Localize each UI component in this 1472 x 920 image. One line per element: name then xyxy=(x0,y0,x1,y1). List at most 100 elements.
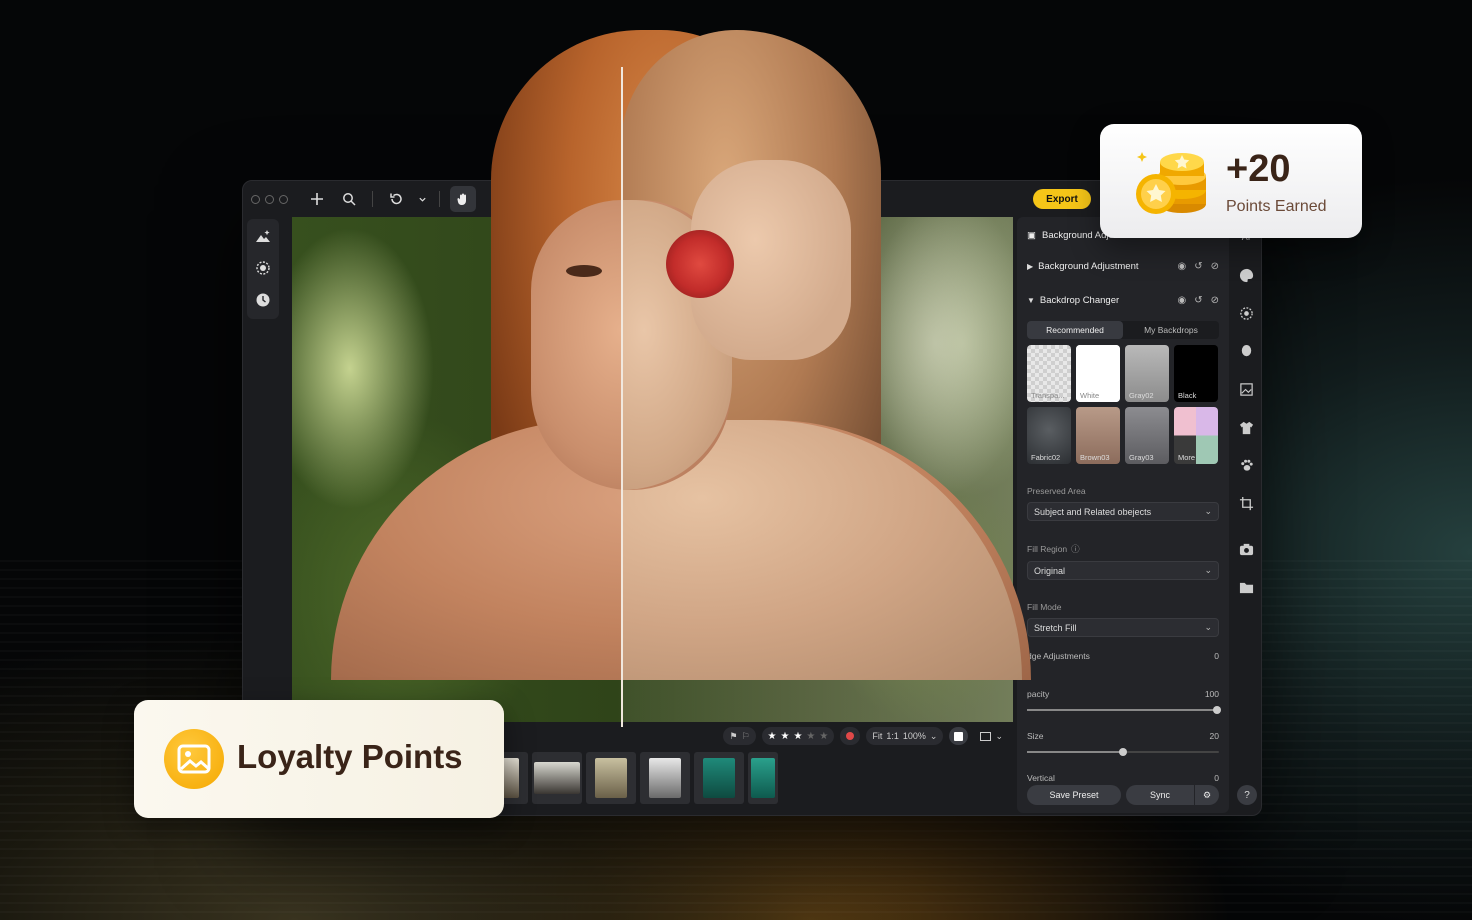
backdrop-swatch[interactable]: More xyxy=(1174,407,1218,464)
edited-background-half xyxy=(623,217,1013,722)
toolbar-divider xyxy=(439,191,440,207)
backdrop-swatch[interactable]: Black xyxy=(1174,345,1218,402)
backdrop-swatch[interactable]: White xyxy=(1076,345,1120,402)
pet-icon[interactable] xyxy=(1236,455,1256,475)
eye-icon[interactable]: ◉ xyxy=(1177,261,1186,272)
thumbnail[interactable] xyxy=(586,752,636,804)
star-icon[interactable]: ★ xyxy=(780,731,789,742)
label-text: Fill Region xyxy=(1027,544,1068,554)
info-icon[interactable]: ⓘ xyxy=(1071,543,1080,555)
flag-controls[interactable]: ⚑ ⚐ xyxy=(723,727,756,745)
reset-icon[interactable]: ↺ xyxy=(1194,295,1202,306)
select-value: Stretch Fill xyxy=(1034,622,1077,633)
minimize-window-button[interactable] xyxy=(265,194,274,204)
face-icon[interactable] xyxy=(1236,341,1256,361)
thumbnail[interactable] xyxy=(640,752,690,804)
fill-mode-label: Fill Mode xyxy=(1027,602,1062,612)
export-button[interactable]: Export xyxy=(1033,189,1091,209)
eye-icon[interactable]: ◉ xyxy=(1177,295,1186,306)
backdrop-swatch[interactable]: Brown03 xyxy=(1076,407,1120,464)
hand-tool-icon[interactable] xyxy=(450,186,476,212)
points-caption: Points Earned xyxy=(1226,198,1327,215)
fill-region-select[interactable]: Original ⌄ xyxy=(1027,561,1219,580)
left-tool-rail xyxy=(247,219,279,319)
sync-settings-button[interactable]: ⚙ xyxy=(1195,785,1219,805)
chevron-down-icon[interactable]: ⌄ xyxy=(930,731,938,742)
backdrop-swatch[interactable]: Fabric02 xyxy=(1027,407,1071,464)
backdrop-label: More xyxy=(1178,453,1196,462)
color-label[interactable] xyxy=(840,727,861,745)
history-icon[interactable] xyxy=(252,289,274,311)
add-icon[interactable] xyxy=(304,186,330,212)
opacity-slider[interactable] xyxy=(1027,706,1221,714)
preserved-area-select[interactable]: Subject and Related obejects ⌄ xyxy=(1027,502,1219,521)
undo-icon[interactable] xyxy=(383,186,409,212)
before-after-divider[interactable] xyxy=(621,67,623,727)
maximize-window-button[interactable] xyxy=(279,194,288,204)
flag-icon[interactable]: ⚑ xyxy=(729,731,737,742)
tab-my-backdrops[interactable]: My Backdrops xyxy=(1123,321,1219,339)
backdrop-changer-section[interactable]: ▼ Backdrop Changer ◉ ↺ ⊘ xyxy=(1027,289,1219,311)
brush-tool-icon[interactable] xyxy=(482,186,508,212)
ai-enhance-icon[interactable] xyxy=(252,225,274,247)
tab-recommended[interactable]: Recommended xyxy=(1027,321,1123,339)
star-icon[interactable]: ★ xyxy=(806,731,815,742)
image-icon: ▣ xyxy=(1027,229,1036,241)
section-title: Backdrop Changer xyxy=(1039,294,1120,306)
zoom-fit-button[interactable]: Fit xyxy=(872,731,882,741)
help-icon[interactable]: ? xyxy=(1237,785,1257,805)
background-icon[interactable] xyxy=(1236,379,1256,399)
edge-adjustments-value[interactable]: 0 xyxy=(1214,651,1219,661)
photo-canvas[interactable] xyxy=(292,217,1013,722)
thumbnail[interactable] xyxy=(532,752,582,804)
camera-icon[interactable] xyxy=(1236,539,1256,559)
reset-icon[interactable]: ↺ xyxy=(1194,261,1202,272)
edit-off-icon[interactable]: ⊘ xyxy=(1211,261,1219,272)
backdrop-label: Fabric02 xyxy=(1031,453,1061,462)
filmstrip-controls: ⚑ ⚐ ★ ★ ★ ★ ★ Fit 1:1 100% ⌄ ⌄ xyxy=(723,727,1009,745)
size-value[interactable]: 20 xyxy=(1210,731,1219,741)
backdrop-label: Gray03 xyxy=(1129,453,1154,462)
red-label-icon[interactable] xyxy=(846,732,855,740)
fill-mode-select[interactable]: Stretch Fill ⌄ xyxy=(1027,618,1219,637)
thumbnail[interactable] xyxy=(694,752,744,804)
chevron-down-icon[interactable] xyxy=(415,186,429,212)
palette-icon[interactable] xyxy=(1236,265,1256,285)
backdrop-swatch[interactable]: Gray02 xyxy=(1125,345,1169,402)
vertical-value[interactable]: 0 xyxy=(1214,773,1219,783)
backdrop-label: Gray02 xyxy=(1129,391,1154,400)
star-icon[interactable]: ★ xyxy=(768,731,777,742)
edit-off-icon[interactable]: ⊘ xyxy=(1211,295,1219,306)
backdrop-swatch[interactable]: Gray03 xyxy=(1125,407,1169,464)
slider-knob[interactable] xyxy=(1213,706,1221,714)
crop-icon[interactable] xyxy=(1236,493,1256,513)
search-icon[interactable] xyxy=(336,186,362,212)
save-preset-button[interactable]: Save Preset xyxy=(1027,785,1121,805)
reject-flag-icon[interactable]: ⚐ xyxy=(741,731,749,742)
image-icon xyxy=(164,729,224,789)
opacity-value[interactable]: 100 xyxy=(1205,689,1219,699)
section-title: Background Adjustment xyxy=(1038,260,1139,272)
clothing-icon[interactable] xyxy=(1236,417,1256,437)
star-icon[interactable]: ★ xyxy=(819,731,828,742)
zoom-1-1-button[interactable]: 1:1 xyxy=(886,731,899,741)
view-single-button[interactable] xyxy=(949,727,969,745)
compare-view-button[interactable]: ⌄ xyxy=(974,727,1009,745)
star-icon[interactable]: ★ xyxy=(793,731,802,742)
zoom-level-select[interactable]: 100% xyxy=(903,731,926,741)
slider-knob[interactable] xyxy=(1119,748,1127,756)
size-slider[interactable] xyxy=(1027,748,1219,756)
backdrop-swatch[interactable]: Transpa... xyxy=(1027,345,1071,402)
size-row: Size 20 xyxy=(1027,731,1219,741)
chevron-down-icon[interactable]: ⌄ xyxy=(995,731,1003,742)
close-window-button[interactable] xyxy=(251,194,260,204)
sync-button[interactable]: Sync xyxy=(1126,785,1194,805)
texture-icon[interactable] xyxy=(1236,303,1256,323)
adjust-icon[interactable] xyxy=(252,257,274,279)
thumbnail[interactable] xyxy=(748,752,778,804)
vertical-label: Vertical xyxy=(1027,773,1055,783)
folder-icon[interactable] xyxy=(1236,577,1256,597)
healing-tool-icon[interactable] xyxy=(514,186,540,212)
star-rating[interactable]: ★ ★ ★ ★ ★ xyxy=(761,727,835,745)
background-adjustment-section[interactable]: ▶ Background Adjustment ◉ ↺ ⊘ xyxy=(1027,255,1219,277)
